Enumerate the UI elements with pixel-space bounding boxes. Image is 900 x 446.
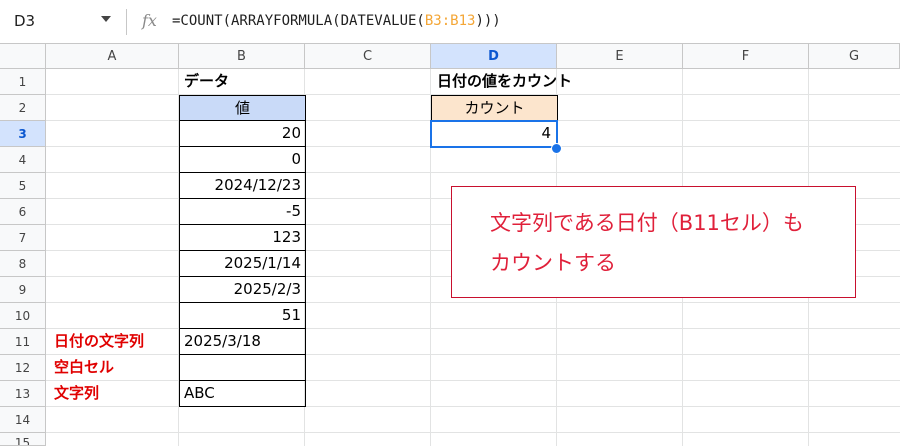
cell-a12[interactable]: 空白セル — [54, 355, 180, 381]
cell-b12[interactable] — [179, 354, 306, 381]
cell-a13[interactable]: 文字列 — [54, 381, 180, 407]
cell-b3[interactable]: 20 — [179, 120, 306, 147]
formula-text-pre: =COUNT(ARRAYFORMULA(DATEVALUE( — [172, 13, 425, 29]
formula-bar: D3 fx =COUNT(ARRAYFORMULA(DATEVALUE(B3:B… — [0, 0, 900, 44]
row-header-6[interactable]: 6 — [0, 199, 46, 225]
cell-b6[interactable]: -5 — [179, 198, 306, 225]
callout-note: 文字列である日付（B11セル）も カウントする — [451, 186, 856, 298]
cell-b13[interactable]: ABC — [179, 380, 306, 407]
grid-line — [46, 302, 900, 303]
cell-a11[interactable]: 日付の文字列 — [54, 329, 180, 355]
active-cell-selection — [430, 120, 558, 148]
cell-b7[interactable]: 123 — [179, 224, 306, 251]
row-header-10[interactable]: 10 — [0, 303, 46, 329]
cell-b10[interactable]: 51 — [179, 302, 306, 329]
column-header-g[interactable]: G — [809, 44, 900, 69]
row-header-5[interactable]: 5 — [0, 173, 46, 199]
cell-b2[interactable]: 値 — [179, 95, 306, 121]
row-header-1[interactable]: 1 — [0, 69, 46, 95]
formula-bar-divider — [126, 9, 127, 35]
cell-d2[interactable]: カウント — [431, 95, 558, 121]
row-header-7[interactable]: 7 — [0, 225, 46, 251]
row-header-8[interactable]: 8 — [0, 251, 46, 277]
row-header-13[interactable]: 13 — [0, 381, 46, 407]
cell-b11[interactable]: 2025/3/18 — [179, 328, 306, 355]
fx-icon: fx — [142, 11, 157, 30]
row-header-12[interactable]: 12 — [0, 355, 46, 381]
grid-line — [46, 172, 900, 173]
cell-b5[interactable]: 2024/12/23 — [179, 172, 306, 199]
column-header-a[interactable]: A — [46, 44, 179, 69]
row-header-11[interactable]: 11 — [0, 329, 46, 355]
formula-text-post: ))) — [475, 13, 501, 29]
row-header-3[interactable]: 3 — [0, 121, 46, 147]
cell-b1[interactable]: データ — [180, 69, 306, 95]
row-header-14[interactable]: 14 — [0, 407, 46, 433]
row-header-9[interactable]: 9 — [0, 277, 46, 303]
cell-b8[interactable]: 2025/1/14 — [179, 250, 306, 277]
grid-line — [46, 432, 900, 433]
fill-handle[interactable] — [551, 143, 562, 154]
column-header-b[interactable]: B — [179, 44, 305, 69]
select-all-corner[interactable] — [0, 44, 46, 69]
cell-d1[interactable]: 日付の値をカウント — [433, 69, 633, 95]
name-box-dropdown-icon[interactable] — [101, 16, 111, 22]
column-header-d[interactable]: D — [431, 44, 557, 69]
formula-input[interactable]: =COUNT(ARRAYFORMULA(DATEVALUE(B3:B13))) — [172, 13, 501, 29]
row-header-4[interactable]: 4 — [0, 147, 46, 173]
column-header-e[interactable]: E — [557, 44, 683, 69]
column-header-c[interactable]: C — [305, 44, 431, 69]
row-header-15[interactable]: 15 — [0, 433, 46, 446]
column-header-f[interactable]: F — [683, 44, 809, 69]
cell-b4[interactable]: 0 — [179, 146, 306, 173]
cell-b9[interactable]: 2025/2/3 — [179, 276, 306, 303]
name-box[interactable]: D3 — [14, 12, 35, 30]
row-header-2[interactable]: 2 — [0, 95, 46, 121]
formula-range-ref: B3:B13 — [424, 13, 476, 29]
